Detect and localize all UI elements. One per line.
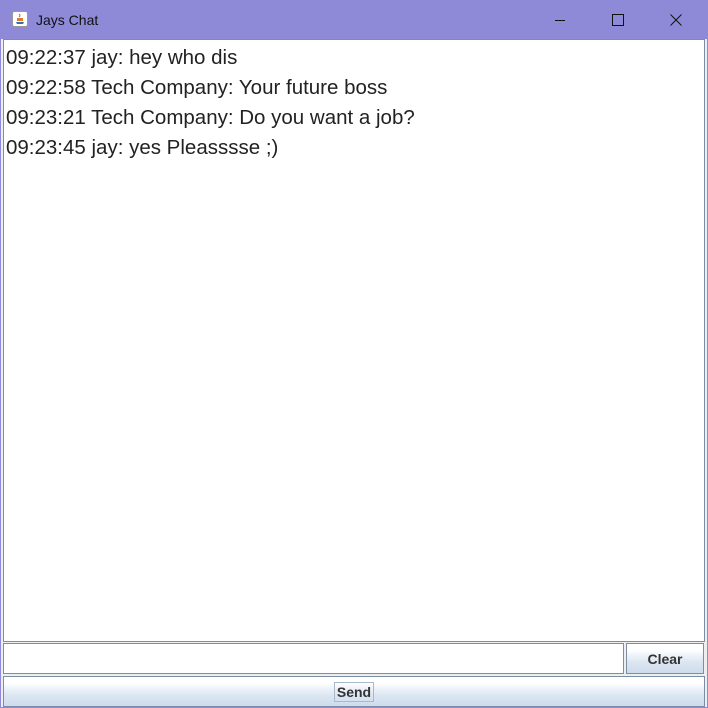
java-app-icon [12, 11, 28, 27]
send-button[interactable]: Send [3, 676, 705, 707]
send-button-label: Send [333, 681, 375, 702]
minimize-button[interactable] [531, 1, 589, 39]
close-icon [670, 14, 682, 26]
title-bar[interactable]: Jays Chat [1, 1, 707, 39]
maximize-icon [612, 14, 624, 26]
clear-button[interactable]: Clear [626, 643, 704, 674]
minimize-icon [555, 20, 565, 21]
chat-log[interactable]: 09:22:37 jay: hey who dis 09:22:58 Tech … [3, 39, 705, 642]
chat-message: 09:22:37 jay: hey who dis [6, 46, 238, 69]
maximize-button[interactable] [589, 1, 647, 39]
window-title: Jays Chat [36, 12, 99, 28]
chat-message: 09:22:58 Tech Company: Your future boss [6, 76, 388, 99]
chat-message: 09:23:21 Tech Company: Do you want a job… [6, 106, 415, 129]
close-button[interactable] [647, 1, 705, 39]
chat-message: 09:23:45 jay: yes Pleasssse ;) [6, 136, 279, 159]
message-list: 09:22:37 jay: hey who dis 09:22:58 Tech … [4, 40, 704, 163]
app-window: Jays Chat 09:22:37 jay: hey who dis 09:2… [0, 0, 708, 708]
message-input[interactable] [3, 643, 624, 674]
